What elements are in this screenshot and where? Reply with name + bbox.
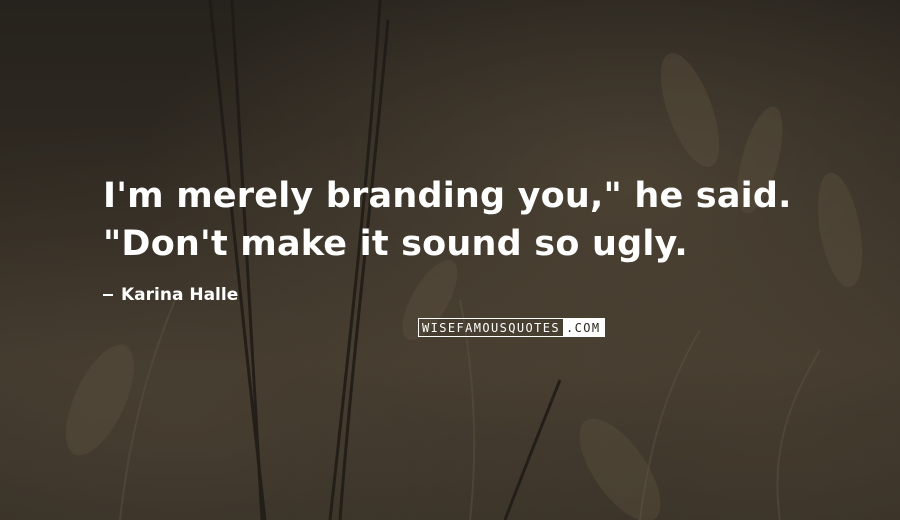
quote-line-2: "Don't make it sound so ugly. (103, 224, 688, 264)
watermark-logo: WISEFAMOUSQUOTES .COM (418, 318, 605, 337)
watermark-main: WISEFAMOUSQUOTES (422, 320, 560, 335)
quote-text: I'm merely branding you," he said. "Don'… (103, 172, 863, 268)
author-name: Karina Halle (121, 285, 239, 305)
author-attribution: Karina Halle (103, 285, 238, 305)
author-dash (103, 294, 113, 296)
watermark-suffix: .COM (563, 319, 604, 336)
quote-card: I'm merely branding you," he said. "Don'… (0, 0, 900, 520)
quote-line-1: I'm merely branding you," he said. (103, 176, 792, 216)
